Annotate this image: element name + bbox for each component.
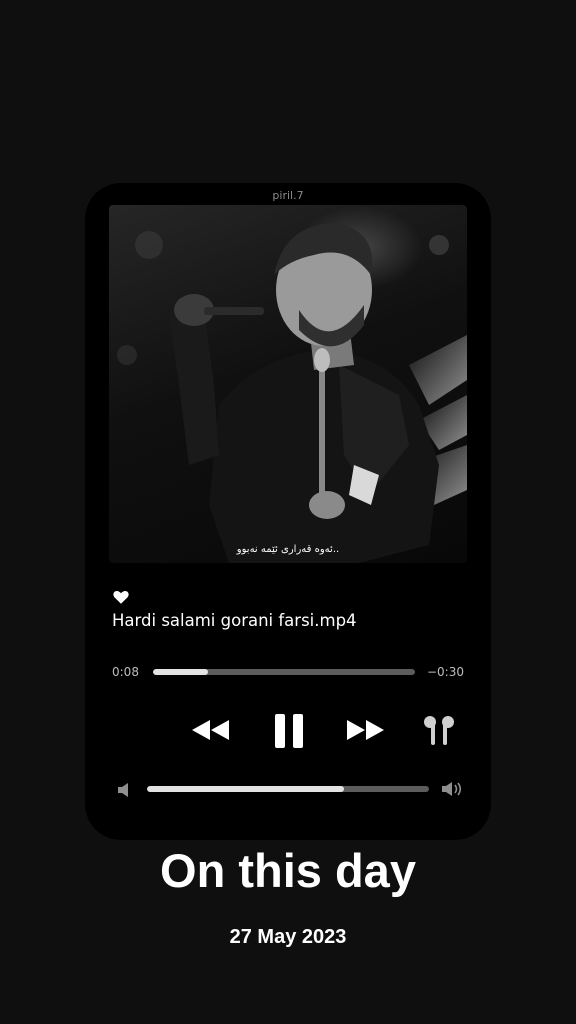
track-title: Hardi salami gorani farsi.mp4 (112, 611, 357, 630)
airpods-icon (424, 716, 454, 745)
progress-fill (153, 669, 209, 675)
singer-photo (117, 223, 467, 563)
progress-bar[interactable] (153, 669, 415, 675)
album-artwork: ئەوە قەرارى ئێمە نەبوو.. (109, 205, 467, 563)
volume-slider[interactable] (147, 786, 429, 792)
account-handle[interactable]: piril.7 (85, 189, 491, 202)
elapsed-time: 0:08 (112, 665, 139, 679)
pause-icon (275, 714, 303, 748)
story-date: 27 May 2023 (229, 926, 347, 948)
story-screen: piril.7 ئەوە قەرارى ئێمە نەبوو.. Hardi s… (0, 0, 576, 1024)
pause-button[interactable] (274, 713, 304, 749)
audio-output-button[interactable] (422, 715, 456, 747)
story-headline: On this day (160, 844, 416, 897)
speaker-high-icon (441, 780, 465, 803)
artwork-caption: ئەوە قەرارى ئێمە نەبوو.. (236, 544, 340, 555)
rewind-button[interactable] (191, 718, 231, 742)
remaining-time: −0:30 (426, 665, 464, 679)
heart-icon[interactable] (112, 588, 130, 606)
volume-fill (147, 786, 345, 792)
fast-forward-icon (347, 720, 384, 740)
fast-forward-button[interactable] (345, 718, 385, 742)
speaker-low-icon (117, 782, 131, 803)
music-player-card: piril.7 ئەوە قەرارى ئێمە نەبوو.. Hardi s… (85, 183, 491, 840)
rewind-icon (192, 720, 229, 740)
